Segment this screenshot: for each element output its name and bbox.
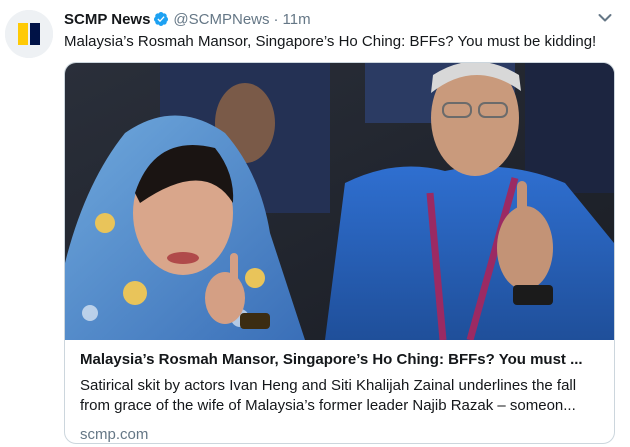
card-body[interactable]: Malaysia’s Rosmah Mansor, Singapore’s Ho… <box>80 350 600 443</box>
card-description: Satirical skit by actors Ivan Heng and S… <box>80 377 577 414</box>
separator-dot: · <box>273 10 279 28</box>
scmp-logo-icon <box>5 10 53 58</box>
author-name[interactable]: SCMP News <box>64 11 150 28</box>
tweet-text: Malaysia’s Rosmah Mansor, Singapore’s Ho… <box>64 33 597 50</box>
tweet[interactable]: SCMP News @SCMPNews · 11m Malaysia’s Ros… <box>0 0 630 447</box>
card-domain: scmp.com <box>80 426 149 443</box>
verified-badge-icon <box>153 11 169 27</box>
author-handle[interactable]: @SCMPNews <box>173 11 269 28</box>
link-card[interactable]: Malaysia’s Rosmah Mansor, Singapore’s Ho… <box>64 62 615 444</box>
card-title[interactable]: Malaysia’s Rosmah Mansor, Singapore’s Ho… <box>80 350 600 370</box>
chevron-down-icon[interactable] <box>598 13 612 23</box>
avatar[interactable] <box>5 10 53 58</box>
card-image[interactable] <box>65 63 614 340</box>
tweet-header: SCMP News @SCMPNews · 11m <box>64 9 311 29</box>
tweet-timestamp[interactable]: 11m <box>283 11 311 28</box>
